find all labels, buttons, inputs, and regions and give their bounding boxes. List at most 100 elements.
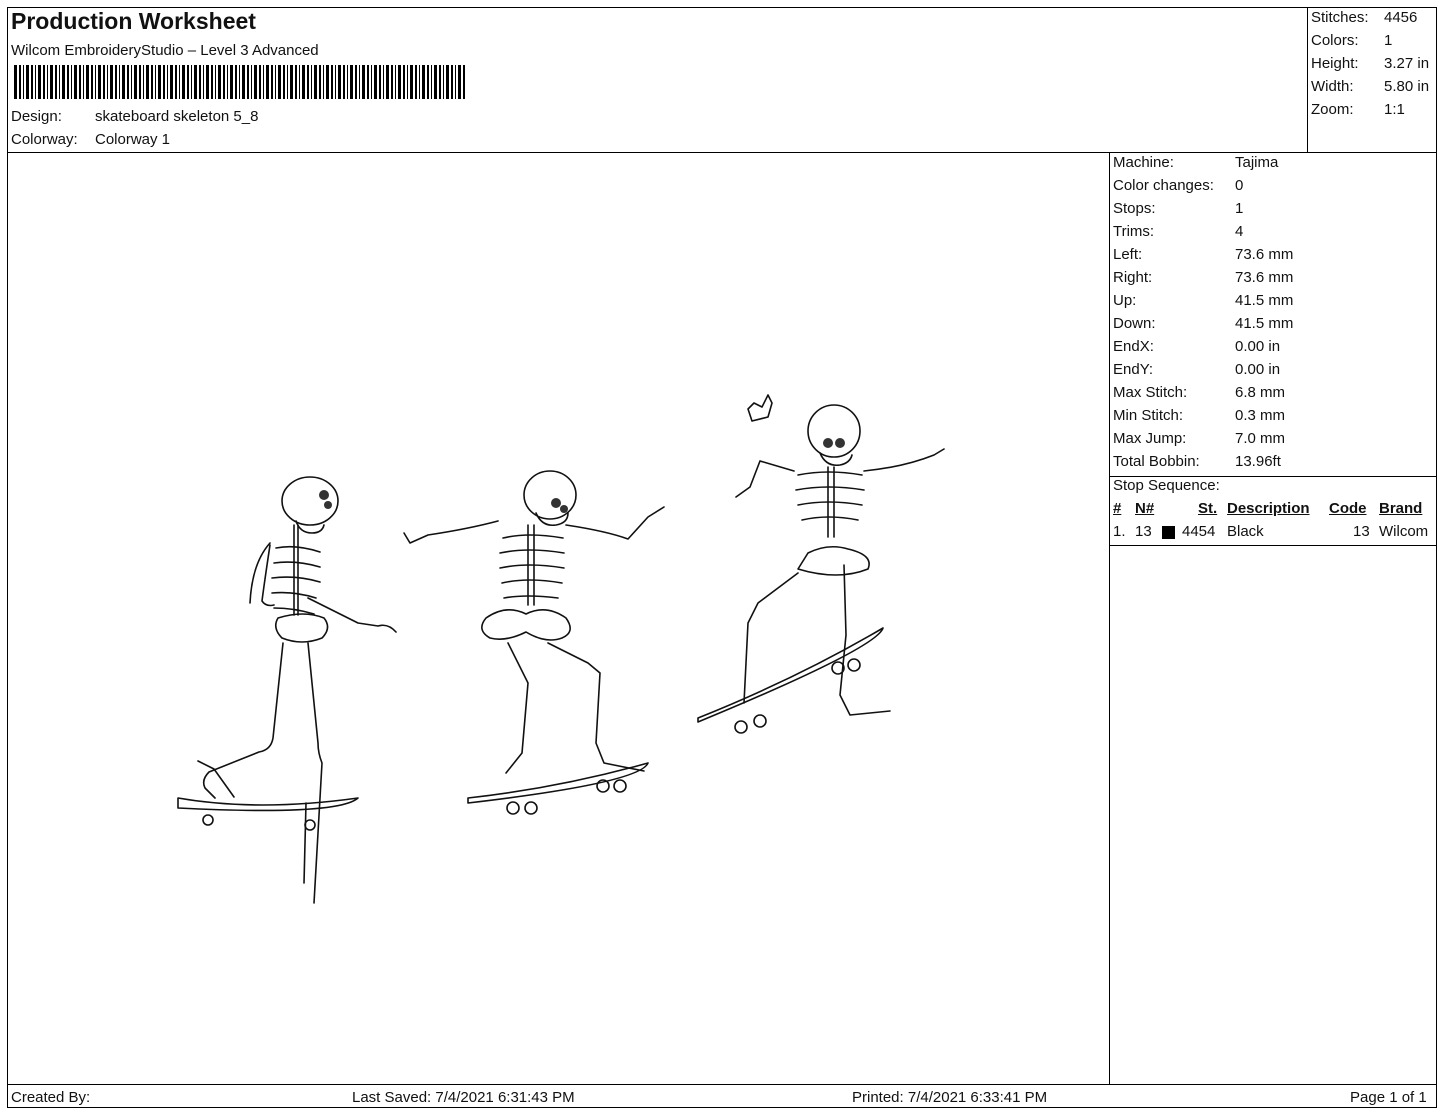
barcode-bar [263, 65, 264, 99]
barcode-bar [122, 65, 125, 99]
barcode-bar [355, 65, 357, 99]
info-label: Color changes: [1113, 177, 1214, 194]
barcode-bar [175, 65, 177, 99]
info-label: Max Stitch: [1113, 384, 1188, 401]
stitch-count: 4454 [1182, 523, 1216, 540]
barcode-bar [211, 65, 213, 99]
barcode-bar [386, 65, 389, 99]
barcode-bar [458, 65, 461, 99]
info-value: 41.5 mm [1235, 315, 1294, 332]
info-value: 0.00 in [1235, 361, 1281, 378]
column-header: St. [1198, 500, 1218, 517]
summary-value: 1 [1384, 32, 1393, 49]
last-saved: Last Saved: 7/4/2021 6:31:43 PM [352, 1089, 575, 1106]
barcode-bar [331, 65, 333, 99]
info-label: Down: [1113, 315, 1156, 332]
software-subtitle: Wilcom EmbroideryStudio – Level 3 Advanc… [11, 42, 319, 59]
barcode-bar [170, 65, 173, 99]
barcode-bar [451, 65, 453, 99]
info-value: 73.6 mm [1235, 269, 1294, 286]
created-by: Created By: [11, 1089, 91, 1106]
barcode-bar [179, 65, 180, 99]
barcode-bar [302, 65, 305, 99]
barcode-bar [143, 65, 144, 99]
info-label: Up: [1113, 292, 1137, 309]
barcode-bar [247, 65, 249, 99]
barcode-bar [374, 65, 377, 99]
summary-value: 5.80 in [1384, 78, 1430, 95]
info-value: 1 [1235, 200, 1244, 217]
design-label: Design: [11, 108, 62, 125]
column-header: Brand [1379, 500, 1423, 517]
barcode-bar [187, 65, 189, 99]
barcode-bar [439, 65, 441, 99]
barcode-bar [398, 65, 401, 99]
barcode-bar [98, 65, 101, 99]
barcode-bar [107, 65, 108, 99]
barcode-bar [74, 65, 77, 99]
barcode-bar [191, 65, 192, 99]
design-name: skateboard skeleton 5_8 [95, 108, 259, 125]
barcode-bar [266, 65, 269, 99]
barcode-bar [371, 65, 372, 99]
barcode-bar [278, 65, 281, 99]
colorway-label: Colorway: [11, 131, 78, 148]
side-panel-divider [1109, 152, 1110, 1084]
barcode-bar [431, 65, 432, 99]
barcode-bar [215, 65, 216, 99]
colorway-value: Colorway 1 [95, 131, 171, 148]
barcode-bar [326, 65, 329, 99]
barcode-bar [194, 65, 197, 99]
barcode-bar [182, 65, 185, 99]
barcode-bar [427, 65, 429, 99]
barcode-bar [422, 65, 425, 99]
barcode-bar [206, 65, 209, 99]
summary-label: Colors: [1311, 32, 1359, 49]
barcode-bar [383, 65, 384, 99]
barcode-bar [91, 65, 93, 99]
design-preview [177, 394, 945, 904]
info-value: 7.0 mm [1235, 430, 1286, 447]
barcode-bar [446, 65, 449, 99]
thread-brand: Wilcom [1379, 523, 1429, 540]
barcode-bar [359, 65, 360, 99]
barcode-bar [83, 65, 84, 99]
barcode-bar [407, 65, 408, 99]
barcode-bar [146, 65, 149, 99]
info-value: 41.5 mm [1235, 292, 1294, 309]
info-value: 73.6 mm [1235, 246, 1294, 263]
barcode-bar [227, 65, 228, 99]
barcode-bar [218, 65, 221, 99]
skeleton-skater-2 [403, 470, 665, 815]
summary-label: Zoom: [1311, 101, 1354, 118]
barcode-bar [335, 65, 336, 99]
barcode-bar [127, 65, 129, 99]
barcode-bar [251, 65, 252, 99]
barcode-bar [131, 65, 132, 99]
barcode-bar [379, 65, 381, 99]
skeleton-skater-3 [697, 394, 945, 734]
info-label: Min Stitch: [1113, 407, 1184, 424]
barcode-bar [271, 65, 273, 99]
barcode-bar [62, 65, 65, 99]
barcode-bar [14, 65, 17, 99]
barcode-bar [367, 65, 369, 99]
info-label: Right: [1113, 269, 1153, 286]
barcode-bar [259, 65, 261, 99]
info-label: Machine: [1113, 154, 1174, 171]
thread-code: 13 [1353, 523, 1370, 540]
barcode-bar [275, 65, 276, 99]
info-value: Tajima [1235, 154, 1279, 171]
info-value: 6.8 mm [1235, 384, 1286, 401]
summary-value: 1:1 [1384, 101, 1405, 118]
barcode-bar [290, 65, 293, 99]
barcode-bar [26, 65, 29, 99]
info-label: Max Jump: [1113, 430, 1187, 447]
barcode-bar [415, 65, 417, 99]
printed-date: Printed: 7/4/2021 6:33:41 PM [852, 1089, 1048, 1106]
barcode-bar [410, 65, 413, 99]
color-swatch [1162, 526, 1175, 539]
barcode-image [14, 65, 465, 99]
barcode-bar [319, 65, 321, 99]
info-label: Stops: [1113, 200, 1156, 217]
